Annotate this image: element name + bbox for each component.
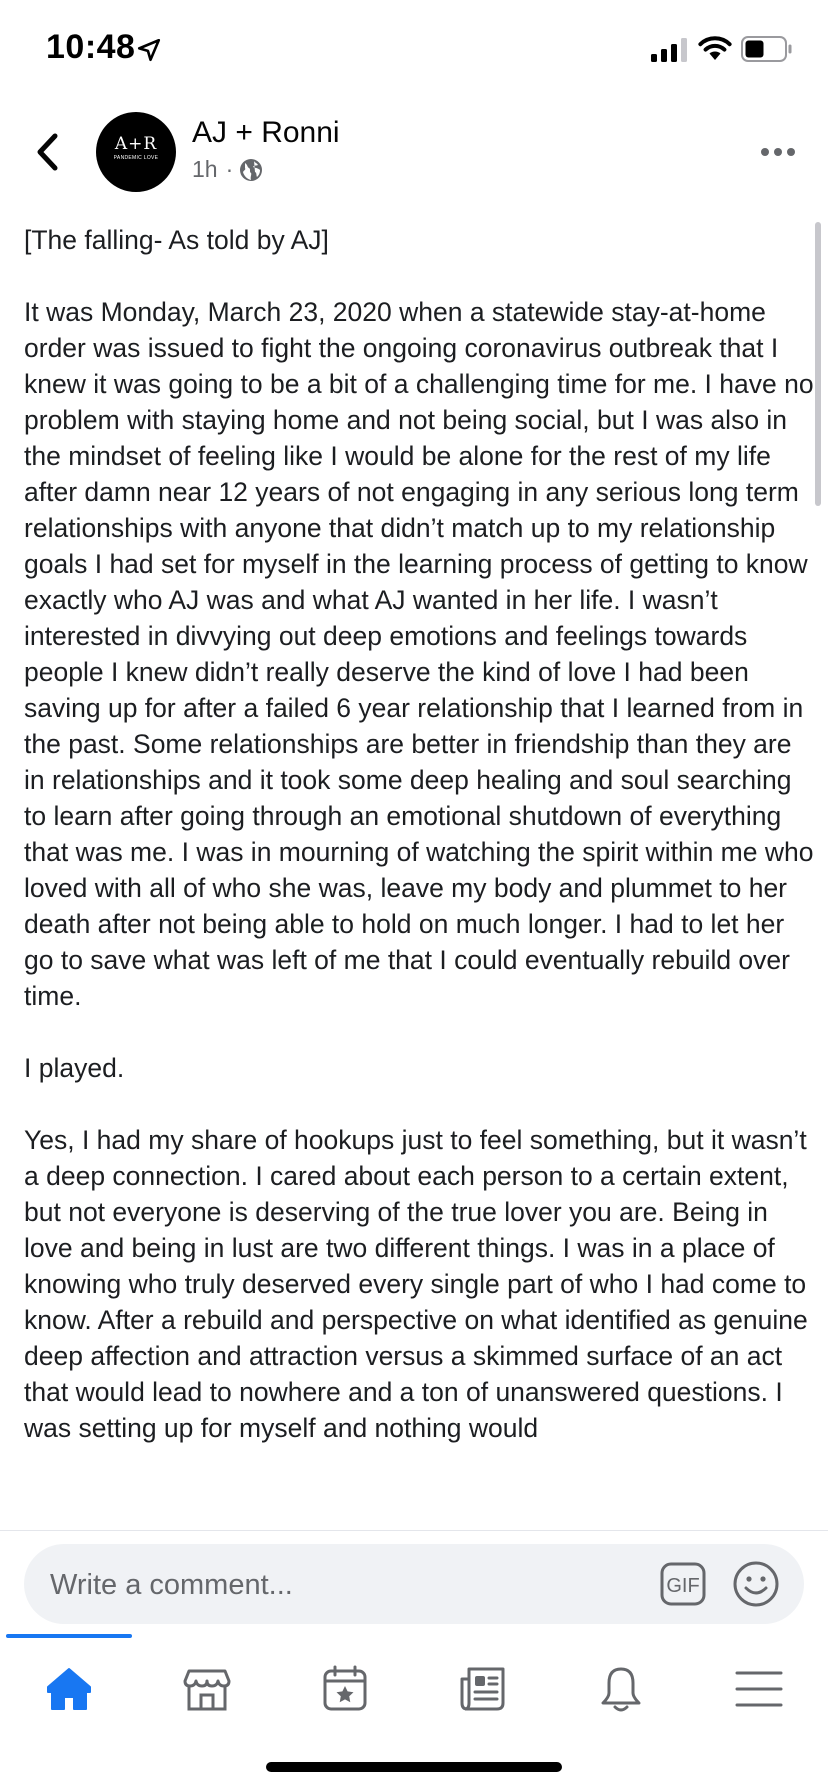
post-meta: 1h · bbox=[192, 156, 263, 183]
tab-notifications[interactable] bbox=[552, 1654, 690, 1724]
marketplace-icon bbox=[183, 1669, 231, 1711]
post-header: A+R PANDEMIC LOVE AJ + Ronni 1h · bbox=[0, 104, 828, 204]
status-bar: 10:48 bbox=[0, 0, 828, 100]
gif-label: GIF bbox=[666, 1575, 699, 1597]
tab-events[interactable] bbox=[276, 1654, 414, 1724]
battery-icon bbox=[741, 36, 792, 62]
more-options-button[interactable] bbox=[760, 140, 796, 164]
gif-button[interactable]: GIF bbox=[660, 1562, 706, 1606]
back-button[interactable] bbox=[28, 126, 68, 178]
tab-bar bbox=[0, 1632, 828, 1742]
tab-news[interactable] bbox=[414, 1654, 552, 1724]
post-paragraph: I played. bbox=[24, 1053, 125, 1083]
post-paragraph: [The falling- As told by AJ] bbox=[24, 225, 329, 255]
home-indicator bbox=[266, 1762, 562, 1772]
home-icon bbox=[47, 1668, 91, 1710]
avatar-logo-mark: A+R bbox=[114, 134, 158, 154]
tab-home[interactable] bbox=[0, 1654, 138, 1724]
meta-separator: · bbox=[225, 156, 234, 182]
bell-icon bbox=[601, 1667, 641, 1712]
events-icon bbox=[323, 1665, 367, 1711]
post-paragraph: It was Monday, March 23, 2020 when a sta… bbox=[24, 297, 814, 1011]
avatar-logo-subtitle: PANDEMIC LOVE bbox=[113, 155, 159, 161]
wifi-icon bbox=[698, 36, 732, 60]
menu-icon bbox=[735, 1671, 783, 1707]
comment-composer: GIF bbox=[24, 1544, 804, 1626]
avatar[interactable]: A+R PANDEMIC LOVE bbox=[96, 112, 176, 192]
news-icon bbox=[460, 1667, 505, 1711]
composer-divider bbox=[0, 1530, 828, 1531]
comment-input[interactable] bbox=[48, 1544, 652, 1626]
tab-menu[interactable] bbox=[690, 1654, 828, 1724]
post-body: [The falling- As told by AJ] It was Mond… bbox=[24, 222, 814, 1530]
scrollbar[interactable] bbox=[815, 222, 821, 506]
globe-icon bbox=[240, 158, 263, 181]
signal-icon bbox=[651, 38, 687, 62]
post-time[interactable]: 1h bbox=[192, 156, 218, 183]
active-tab-indicator bbox=[6, 1634, 132, 1638]
page-name[interactable]: AJ + Ronni bbox=[192, 116, 340, 150]
tab-marketplace[interactable] bbox=[138, 1654, 276, 1724]
status-time: 10:48 bbox=[46, 28, 136, 66]
location-arrow-icon bbox=[137, 38, 161, 62]
emoji-button[interactable] bbox=[732, 1560, 780, 1608]
post-paragraph: Yes, I had my share of hookups just to f… bbox=[24, 1125, 808, 1443]
